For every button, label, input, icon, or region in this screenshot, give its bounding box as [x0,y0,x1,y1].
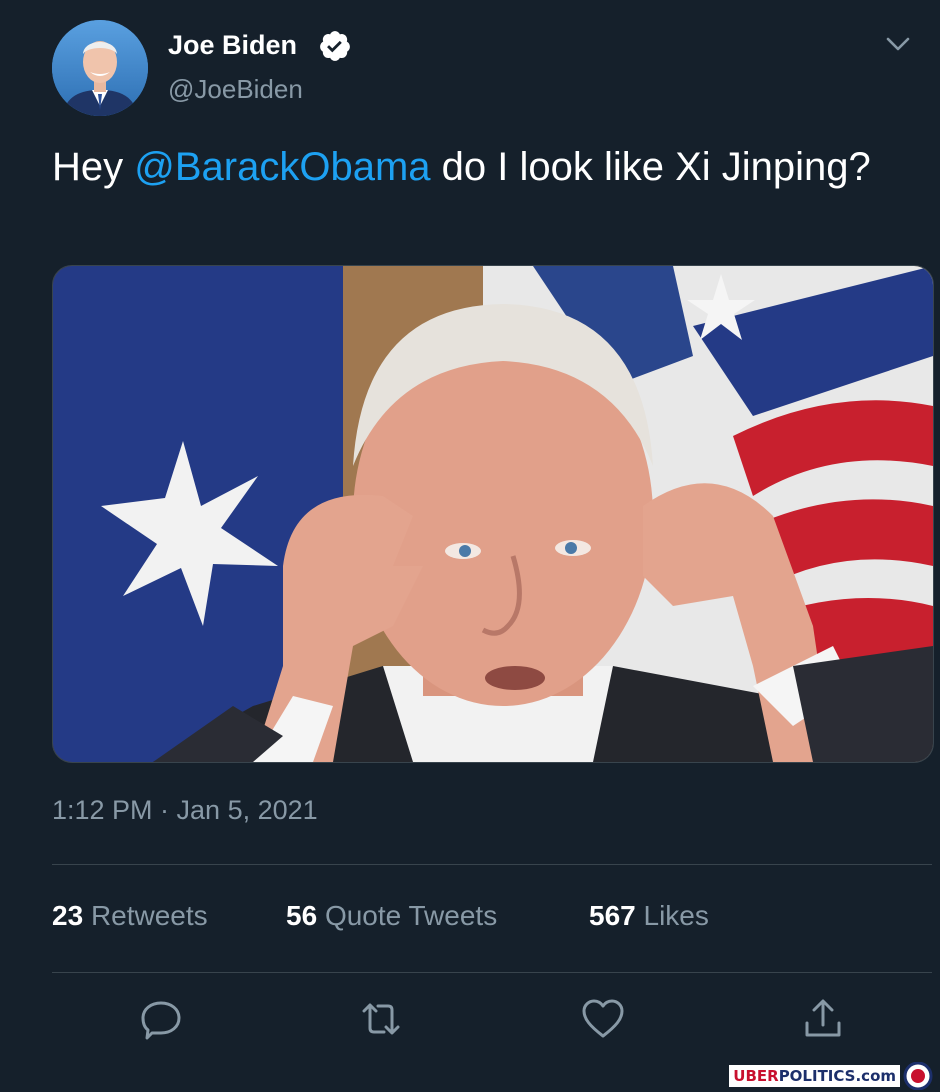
stat-likes[interactable]: 567 Likes [589,900,709,932]
tweet-media-image[interactable] [52,265,934,763]
chevron-down-icon[interactable] [884,32,912,56]
watermark: UBER POLITICS.com [729,1062,936,1090]
retweet-icon[interactable] [358,996,404,1042]
watermark-part2: POLITICS.com [778,1067,896,1085]
stat-count: 56 [286,900,318,931]
tweet-text-end: do I look like Xi Jinping? [430,145,871,189]
share-icon[interactable] [800,996,846,1042]
stat-count: 23 [52,900,84,931]
stat-retweets[interactable]: 23 Retweets [52,900,208,932]
author-name[interactable]: Joe Biden [168,30,297,61]
tweet-card: Joe Biden @JoeBiden Hey @BarackObama do … [0,0,940,1092]
verified-badge-icon [320,31,350,61]
tweet-timestamp[interactable]: 1:12 PM · Jan 5, 2021 [52,795,318,826]
stat-label: Retweets [90,900,208,931]
tweet-text-start: Hey [52,145,135,189]
like-icon[interactable] [580,996,626,1042]
watermark-text: UBER POLITICS.com [729,1065,900,1087]
reply-icon[interactable] [138,996,184,1042]
stat-quote-tweets[interactable]: 56 Quote Tweets [286,900,497,932]
stat-label: Likes [643,900,709,931]
author-avatar[interactable] [52,20,148,116]
divider [52,864,932,865]
mention-link[interactable]: @BarackObama [134,145,430,189]
tweet-text: Hey @BarackObama do I look like Xi Jinpi… [52,138,912,196]
stat-label: Quote Tweets [324,900,498,931]
author-handle[interactable]: @JoeBiden [168,74,303,105]
stat-count: 567 [589,900,636,931]
watermark-logo-icon [903,1062,933,1090]
divider [52,972,932,973]
watermark-part1: UBER [733,1067,779,1085]
